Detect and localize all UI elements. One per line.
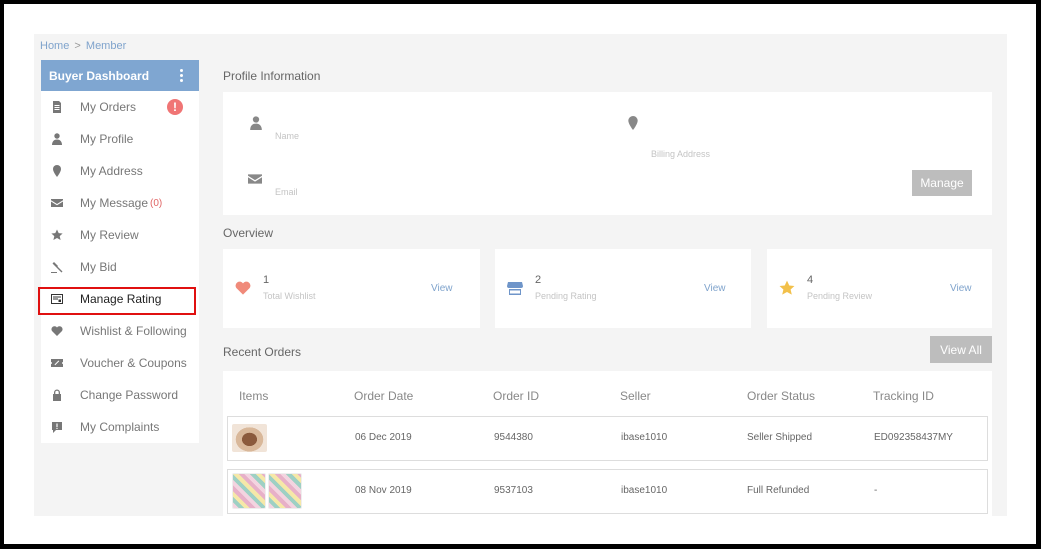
pending-review-count: 4 <box>807 274 814 286</box>
column-header-order-date: Order Date <box>354 389 414 403</box>
envelope-icon <box>248 172 262 189</box>
tracking-id: ED092358437MY <box>874 432 953 443</box>
member-page: Home > Member Buyer Dashboard My Orders … <box>34 34 1007 516</box>
column-header-tracking-id: Tracking ID <box>873 389 934 403</box>
overview-card-wishlist[interactable]: 1 Total Wishlist View <box>223 249 480 328</box>
sidebar-item-label: My Orders <box>80 100 137 114</box>
table-row[interactable]: 08 Nov 2019 9537103 ibase1010 Full Refun… <box>227 469 988 514</box>
rating-icon <box>49 291 65 307</box>
more-options-icon[interactable] <box>180 69 183 82</box>
sidebar-item-my-profile[interactable]: My Profile <box>41 123 199 155</box>
product-thumbnail[interactable] <box>232 424 267 452</box>
profile-card: Name Billing Address Email Manage <box>223 92 992 215</box>
sidebar-item-my-review[interactable]: My Review <box>41 219 199 251</box>
sidebar-item-label: Wishlist & Following <box>80 324 187 338</box>
message-count: (0) <box>150 197 163 209</box>
sidebar-item-label: Change Password <box>80 388 179 402</box>
gavel-icon <box>49 259 65 275</box>
column-header-order-status: Order Status <box>747 389 816 403</box>
voucher-icon <box>49 355 65 371</box>
sidebar-item-my-orders[interactable]: My Orders ! <box>41 91 199 123</box>
pending-rating-count: 2 <box>535 274 542 286</box>
order-date: 06 Dec 2019 <box>355 432 412 443</box>
column-header-order-id: Order ID <box>493 389 540 403</box>
sidebar-item-my-complaints[interactable]: My Complaints <box>41 411 199 443</box>
sidebar-item-label: Voucher & Coupons <box>80 356 187 370</box>
sidebar-item-label: My Complaints <box>80 420 160 434</box>
tracking-id: - <box>874 485 878 496</box>
map-pin-icon <box>49 163 65 179</box>
sidebar-item-label: My Review <box>80 228 139 242</box>
star-icon <box>49 227 65 243</box>
manage-button[interactable]: Manage <box>912 170 972 196</box>
name-label: Name <box>275 131 300 141</box>
sidebar-item-change-password[interactable]: Change Password <box>41 379 199 411</box>
buyer-dashboard-sidebar: Buyer Dashboard My Orders ! My Profile M… <box>41 60 199 443</box>
wishlist-label: Total Wishlist <box>263 291 316 301</box>
store-icon <box>507 280 523 296</box>
recent-orders-section-title: Recent Orders <box>223 345 302 359</box>
wishlist-view-link[interactable]: View <box>431 283 453 294</box>
breadcrumb-separator: > <box>74 40 81 52</box>
breadcrumb-member[interactable]: Member <box>86 40 126 52</box>
billing-address-label: Billing Address <box>651 149 711 159</box>
sidebar-item-label: My Message <box>80 196 149 210</box>
screenshot-frame: Home > Member Buyer Dashboard My Orders … <box>4 4 1036 544</box>
sidebar-item-label: My Profile <box>80 132 134 146</box>
product-thumbnail[interactable] <box>232 473 266 509</box>
wishlist-count: 1 <box>263 274 270 286</box>
column-header-items: Items <box>239 389 269 403</box>
order-id: 9537103 <box>494 485 533 496</box>
recent-orders-table: Items Order Date Order ID Seller Order S… <box>223 371 992 516</box>
seller-name: ibase1010 <box>621 432 668 443</box>
sidebar-item-label: Manage Rating <box>80 292 162 306</box>
document-icon <box>49 99 65 115</box>
sidebar-item-wishlist-following[interactable]: Wishlist & Following <box>41 315 199 347</box>
sidebar-title: Buyer Dashboard <box>49 68 150 83</box>
overview-card-pending-rating[interactable]: 2 Pending Rating View <box>495 249 751 328</box>
heart-icon <box>49 323 65 339</box>
star-icon <box>779 280 795 296</box>
order-id: 9544380 <box>494 432 533 443</box>
email-label: Email <box>275 187 298 197</box>
order-status: Full Refunded <box>747 485 810 496</box>
product-thumbnail[interactable] <box>268 473 302 509</box>
envelope-icon <box>49 195 65 211</box>
sidebar-item-label: My Address <box>80 164 143 178</box>
profile-section-title: Profile Information <box>223 69 321 83</box>
sidebar-item-my-message[interactable]: My Message (0) <box>41 187 199 219</box>
overview-section-title: Overview <box>223 226 274 240</box>
pending-rating-label: Pending Rating <box>535 291 597 301</box>
map-pin-icon <box>626 116 640 133</box>
breadcrumb: Home > Member <box>40 40 126 52</box>
order-status: Seller Shipped <box>747 432 813 443</box>
overview-card-pending-review[interactable]: 4 Pending Review View <box>767 249 992 328</box>
order-date: 08 Nov 2019 <box>355 485 412 496</box>
alert-badge-icon: ! <box>167 99 183 115</box>
column-header-seller: Seller <box>620 389 651 403</box>
complaint-icon <box>49 419 65 435</box>
sidebar-item-label: My Bid <box>80 260 117 274</box>
heart-icon <box>235 280 251 296</box>
pending-rating-view-link[interactable]: View <box>704 283 726 294</box>
sidebar-item-my-address[interactable]: My Address <box>41 155 199 187</box>
sidebar-item-voucher-coupons[interactable]: Voucher & Coupons <box>41 347 199 379</box>
user-icon <box>249 116 263 133</box>
sidebar-header: Buyer Dashboard <box>41 60 199 91</box>
user-icon <box>49 131 65 147</box>
sidebar-item-my-bid[interactable]: My Bid <box>41 251 199 283</box>
lock-icon <box>49 387 65 403</box>
pending-review-label: Pending Review <box>807 291 873 301</box>
pending-review-view-link[interactable]: View <box>950 283 972 294</box>
breadcrumb-home[interactable]: Home <box>40 40 69 52</box>
view-all-button[interactable]: View All <box>930 336 992 363</box>
seller-name: ibase1010 <box>621 485 668 496</box>
sidebar-item-manage-rating[interactable]: Manage Rating <box>41 283 199 315</box>
table-row[interactable]: 06 Dec 2019 9544380 ibase1010 Seller Shi… <box>227 416 988 461</box>
